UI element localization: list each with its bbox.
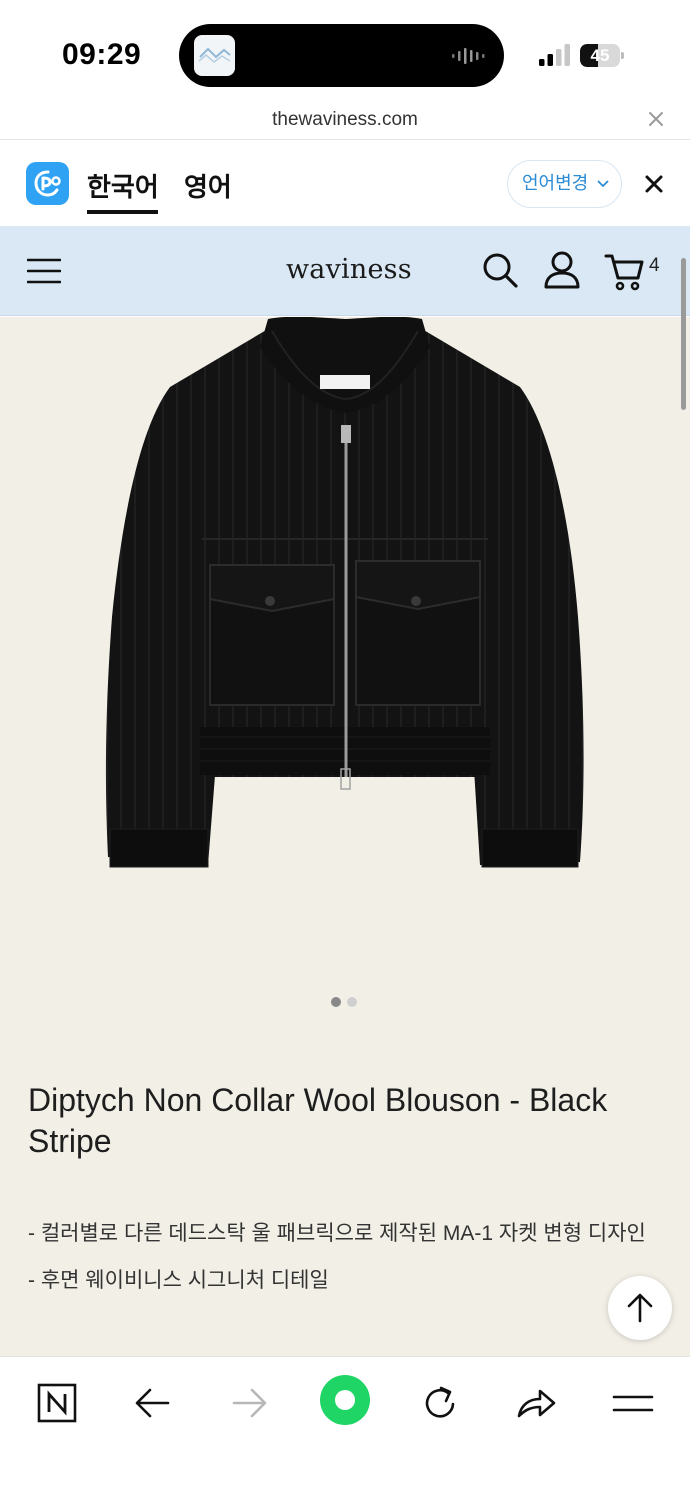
close-icon[interactable] [646,109,666,129]
menu-icon[interactable] [608,1379,658,1429]
arrow-up-icon [627,1293,653,1323]
change-language-label: 언어변경 [522,173,589,193]
battery-icon: 45 [580,44,624,67]
dynamic-island[interactable] [179,24,504,87]
share-icon[interactable] [511,1379,561,1429]
active-tab-indicator [87,210,158,214]
carousel-dot-active[interactable] [331,997,341,1007]
browser-bottom-toolbar [0,1356,690,1500]
cart-count-badge: 4 [649,255,660,276]
refresh-icon[interactable] [415,1379,465,1429]
product-photo-jacket [105,317,584,868]
audio-wave-icon [452,48,485,64]
home-circle-icon[interactable] [320,1375,370,1425]
product-image-carousel[interactable] [0,317,690,1040]
carousel-dot[interactable] [347,997,357,1007]
site-header: waviness 4 [0,226,690,316]
status-time: 09:29 [62,38,142,71]
search-icon[interactable] [481,251,519,289]
url-text[interactable]: thewaviness.com [0,109,690,131]
product-title: Diptych Non Collar Wool Blouson - Black … [28,1082,608,1159]
battery-percent: 45 [590,46,610,65]
status-bar: 09:29 45 [0,0,690,100]
translate-bar: 한국어 영어 언어변경 [0,141,690,226]
close-translate-icon[interactable] [643,173,665,195]
product-info: Diptych Non Collar Wool Blouson - Black … [0,1040,690,1356]
site-logo[interactable]: waviness [286,254,412,285]
chevron-down-icon [597,180,609,188]
tab-english[interactable]: 영어 [184,167,232,204]
browser-url-bar[interactable]: thewaviness.com [0,100,690,140]
signal-icon [539,44,570,66]
description-line: - 컬러별로 다른 데드스탁 울 패브릭으로 제작된 MA-1 자켓 변형 디자… [28,1222,646,1245]
now-playing-thumbnail [194,35,235,76]
change-language-button[interactable]: 언어변경 [507,160,622,208]
naver-icon[interactable] [33,1379,83,1429]
user-account-icon[interactable] [543,250,581,290]
forward-arrow-icon[interactable] [224,1379,274,1429]
page-scrollbar[interactable] [681,258,686,410]
description-line: - 후면 웨이비니스 시그니처 디테일 [28,1269,329,1292]
tab-korean[interactable]: 한국어 [87,167,159,204]
hamburger-menu-icon[interactable] [27,258,61,284]
papago-icon [26,162,69,205]
back-arrow-icon[interactable] [128,1379,178,1429]
cart-icon[interactable] [604,252,646,292]
product-description: - 컬러별로 다른 데드스탁 울 패브릭으로 제작된 MA-1 자켓 변형 디자… [28,1210,668,1304]
scroll-to-top-button[interactable] [608,1276,672,1340]
